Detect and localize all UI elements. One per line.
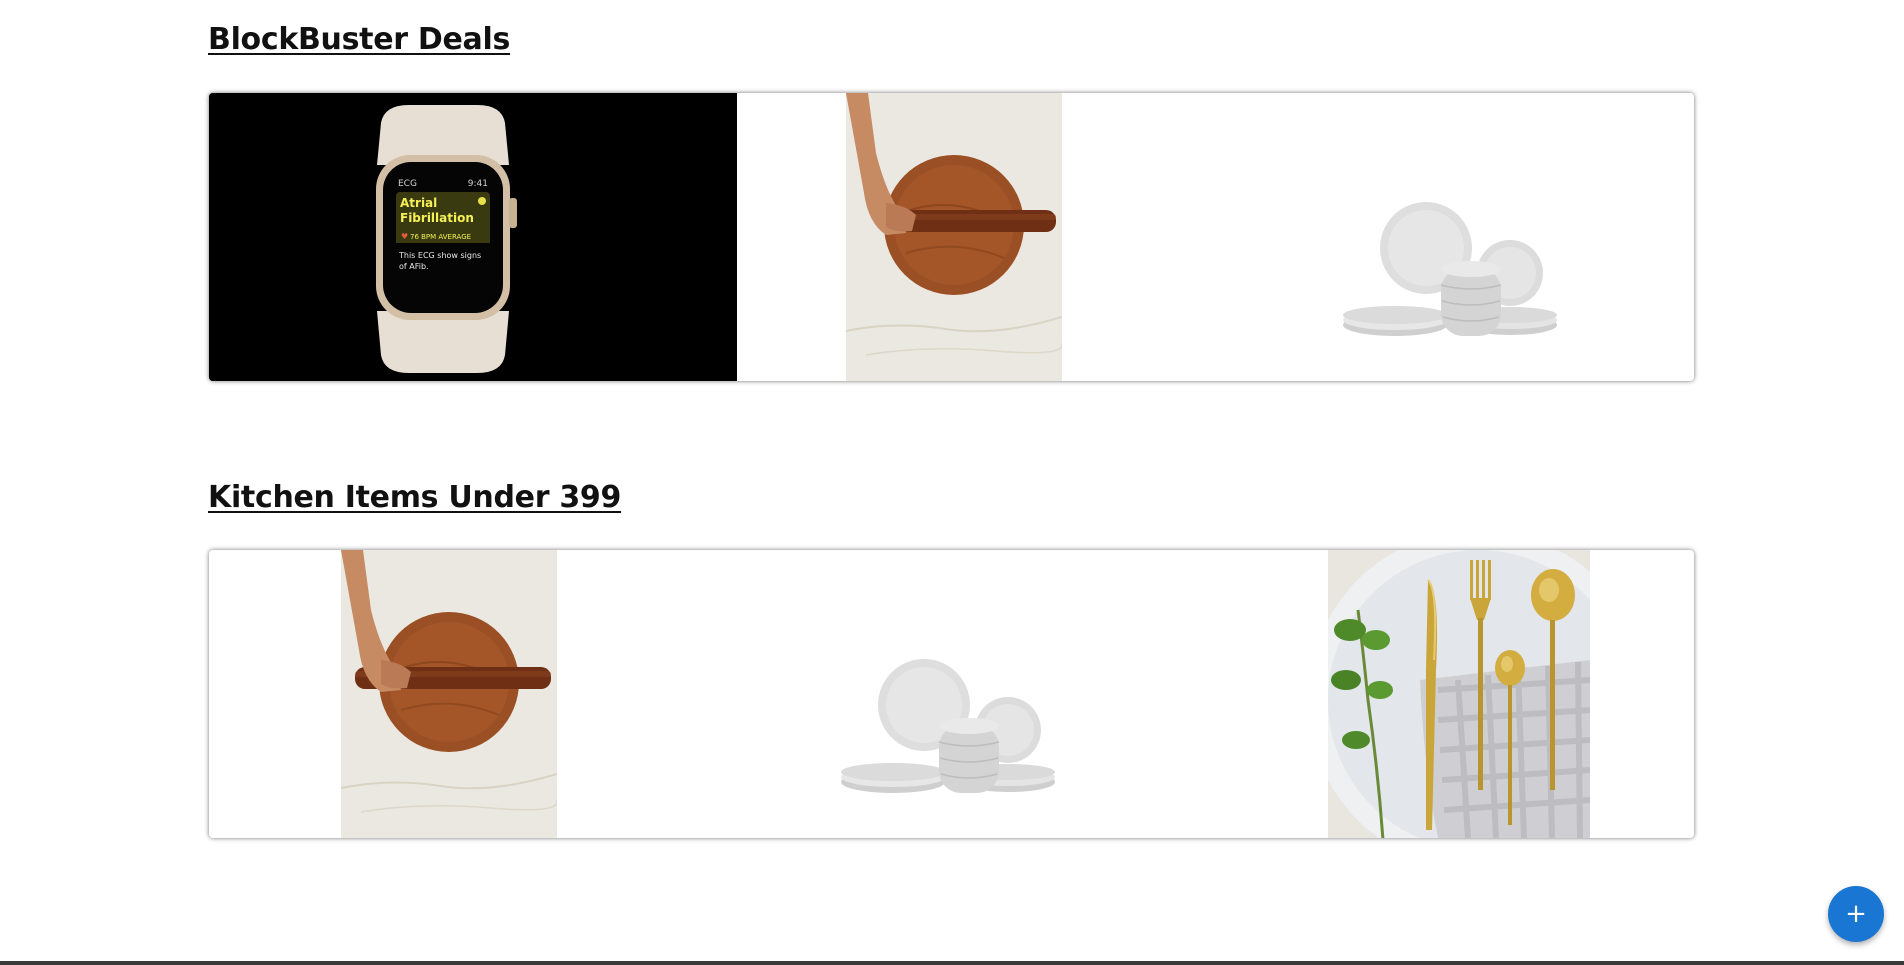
- blockbuster-deals-carousel[interactable]: ECG 9:41 Atrial Fibrillation ♥ 76 BPM AV…: [209, 93, 1694, 381]
- watch-bpm: 76 BPM AVERAGE: [410, 233, 471, 241]
- smartwatch-image: ECG 9:41 Atrial Fibrillation ♥ 76 BPM AV…: [209, 93, 737, 381]
- product-rolling-pin-board[interactable]: [846, 93, 1062, 381]
- product-dinnerware-set[interactable]: [1343, 93, 1559, 381]
- section-title-blockbuster-deals: BlockBuster Deals: [208, 22, 511, 57]
- rolling-pin-board-image: [341, 550, 557, 838]
- product-smartwatch[interactable]: ECG 9:41 Atrial Fibrillation ♥ 76 BPM AV…: [209, 93, 737, 381]
- dinnerware-set-image: [1343, 93, 1559, 381]
- heart-icon: ♥: [401, 232, 408, 241]
- watch-headline-line1: Atrial: [400, 196, 437, 210]
- rolling-pin-board-image: [846, 93, 1062, 381]
- product-rolling-pin-board[interactable]: [341, 550, 557, 838]
- plus-icon: +: [1845, 899, 1867, 929]
- dinnerware-set-image: [841, 550, 1057, 838]
- add-fab-button[interactable]: +: [1828, 886, 1884, 942]
- footer-bar: [0, 961, 1904, 965]
- product-gold-cutlery[interactable]: [1328, 550, 1590, 838]
- watch-note-line2: of AFib.: [399, 262, 429, 271]
- kitchen-items-carousel[interactable]: [209, 550, 1694, 838]
- watch-app-label: ECG: [398, 179, 417, 189]
- watch-headline-line2: Fibrillation: [400, 211, 474, 225]
- watch-note-line1: This ECG show signs: [398, 251, 481, 260]
- watch-time: 9:41: [468, 179, 488, 189]
- gold-cutlery-image: [1328, 550, 1590, 838]
- section-title-kitchen-items: Kitchen Items Under 399: [208, 480, 622, 515]
- product-dinnerware-set[interactable]: [841, 550, 1057, 838]
